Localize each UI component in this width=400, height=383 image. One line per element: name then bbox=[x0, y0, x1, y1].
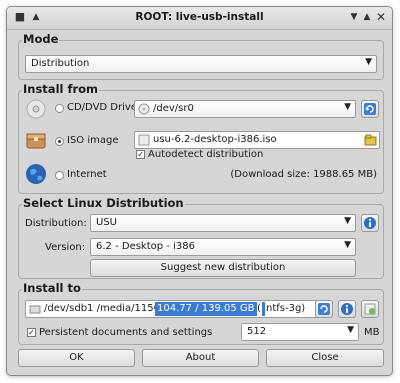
select-distribution-heading: Select Linux Distribution bbox=[22, 196, 185, 210]
target-device-select[interactable]: /dev/sdb1 /media/115G 104.77 / 139.05 GB… bbox=[25, 300, 327, 318]
target-fs: ntfs-3g) bbox=[266, 303, 306, 314]
download-size-text: (Download size: 1988.65 MB) bbox=[230, 169, 377, 180]
refresh-targets-button[interactable] bbox=[315, 300, 333, 318]
iso-file-value: usu-6.2-desktop-i386.iso bbox=[153, 134, 277, 145]
internet-label: Internet bbox=[67, 169, 107, 180]
chevron-down-icon: ▼ bbox=[347, 325, 354, 335]
refresh-icon bbox=[364, 103, 376, 115]
iso-image-radio[interactable] bbox=[55, 137, 64, 146]
distribution-select[interactable]: USU ▼ bbox=[90, 214, 356, 232]
info-icon bbox=[341, 303, 353, 315]
persistent-checkbox[interactable]: ✓ bbox=[27, 328, 36, 337]
distribution-label: Distribution: bbox=[25, 218, 87, 229]
distribution-value: USU bbox=[96, 217, 117, 228]
target-fs-open-paren: ( bbox=[257, 303, 261, 314]
minimize-icon[interactable]: ▼ bbox=[347, 10, 361, 24]
suggest-distribution-button[interactable]: Suggest new distribution bbox=[90, 259, 356, 277]
iso-image-label: ISO image bbox=[67, 135, 119, 146]
disc-icon bbox=[138, 103, 150, 115]
cd-drive-icon bbox=[26, 99, 46, 119]
iso-archive-icon bbox=[26, 133, 46, 149]
mode-group: Distribution ▼ bbox=[18, 40, 384, 80]
select-distribution-group: Distribution: USU ▼ Version: 6.2 - Deskt… bbox=[18, 204, 384, 279]
cd-dvd-radio[interactable] bbox=[55, 104, 64, 113]
chevron-down-icon: ▼ bbox=[344, 102, 351, 112]
install-from-group: CD/DVD Drive /dev/sr0 ▼ ISO image usu-6.… bbox=[18, 90, 384, 194]
persistent-label: Persistent documents and settings bbox=[39, 327, 213, 338]
install-to-heading: Install to bbox=[22, 281, 82, 295]
info-icon bbox=[364, 217, 376, 229]
cd-device-select[interactable]: /dev/sr0 ▼ bbox=[134, 100, 356, 118]
version-select[interactable]: 6.2 - Desktop - i386 ▼ bbox=[90, 238, 356, 256]
format-drive-button[interactable] bbox=[361, 300, 379, 318]
mode-select[interactable]: Distribution ▼ bbox=[25, 55, 377, 73]
close-button[interactable]: Close bbox=[266, 349, 384, 367]
close-window-icon[interactable]: ✕ bbox=[374, 10, 388, 24]
drive-settings-icon bbox=[364, 303, 376, 315]
iso-file-field[interactable]: usu-6.2-desktop-i386.iso bbox=[134, 131, 380, 149]
install-from-heading: Install from bbox=[22, 82, 100, 96]
file-icon bbox=[138, 134, 150, 146]
distribution-info-button[interactable] bbox=[361, 214, 379, 232]
globe-icon bbox=[26, 164, 46, 184]
cd-device-value: /dev/sr0 bbox=[153, 103, 194, 114]
text-cursor bbox=[262, 302, 265, 316]
mode-selected-value: Distribution bbox=[31, 58, 90, 69]
autodetect-label: Autodetect distribution bbox=[148, 149, 264, 160]
internet-radio[interactable] bbox=[55, 171, 64, 180]
autodetect-checkbox[interactable]: ✓ bbox=[136, 150, 145, 159]
target-device-size: 104.77 / 139.05 GB bbox=[155, 302, 257, 316]
persistent-size-value: 512 bbox=[247, 326, 267, 337]
ok-button[interactable]: OK bbox=[18, 349, 135, 367]
about-button[interactable]: About bbox=[142, 349, 259, 367]
chevron-down-icon: ▼ bbox=[344, 240, 351, 250]
refresh-icon bbox=[318, 303, 330, 315]
window-title: ROOT: live-usb-install bbox=[135, 11, 264, 23]
title-bar: ■ ▲ ROOT: live-usb-install ▼ ▲ ✕ bbox=[7, 7, 392, 30]
version-value: 6.2 - Desktop - i386 bbox=[96, 241, 195, 252]
usb-drive-icon bbox=[29, 305, 41, 314]
target-info-button[interactable] bbox=[338, 300, 356, 318]
persistent-size-select[interactable]: 512 ▼ bbox=[241, 323, 359, 341]
cd-dvd-label: CD/DVD Drive bbox=[67, 102, 137, 113]
maximize-icon[interactable]: ▲ bbox=[360, 10, 374, 24]
refresh-drives-button[interactable] bbox=[361, 100, 379, 118]
install-to-group: /dev/sdb1 /media/115G 104.77 / 139.05 GB… bbox=[18, 289, 384, 345]
chevron-down-icon: ▼ bbox=[344, 216, 351, 226]
target-device-path: /dev/sdb1 /media/115G bbox=[44, 303, 162, 314]
version-label: Version: bbox=[45, 242, 86, 253]
mode-heading: Mode bbox=[22, 32, 60, 46]
open-file-icon[interactable] bbox=[364, 133, 377, 147]
app-window: ■ ▲ ROOT: live-usb-install ▼ ▲ ✕ Distrib… bbox=[6, 6, 393, 376]
chevron-down-icon: ▼ bbox=[365, 57, 372, 67]
persistent-unit: MB bbox=[364, 327, 380, 338]
